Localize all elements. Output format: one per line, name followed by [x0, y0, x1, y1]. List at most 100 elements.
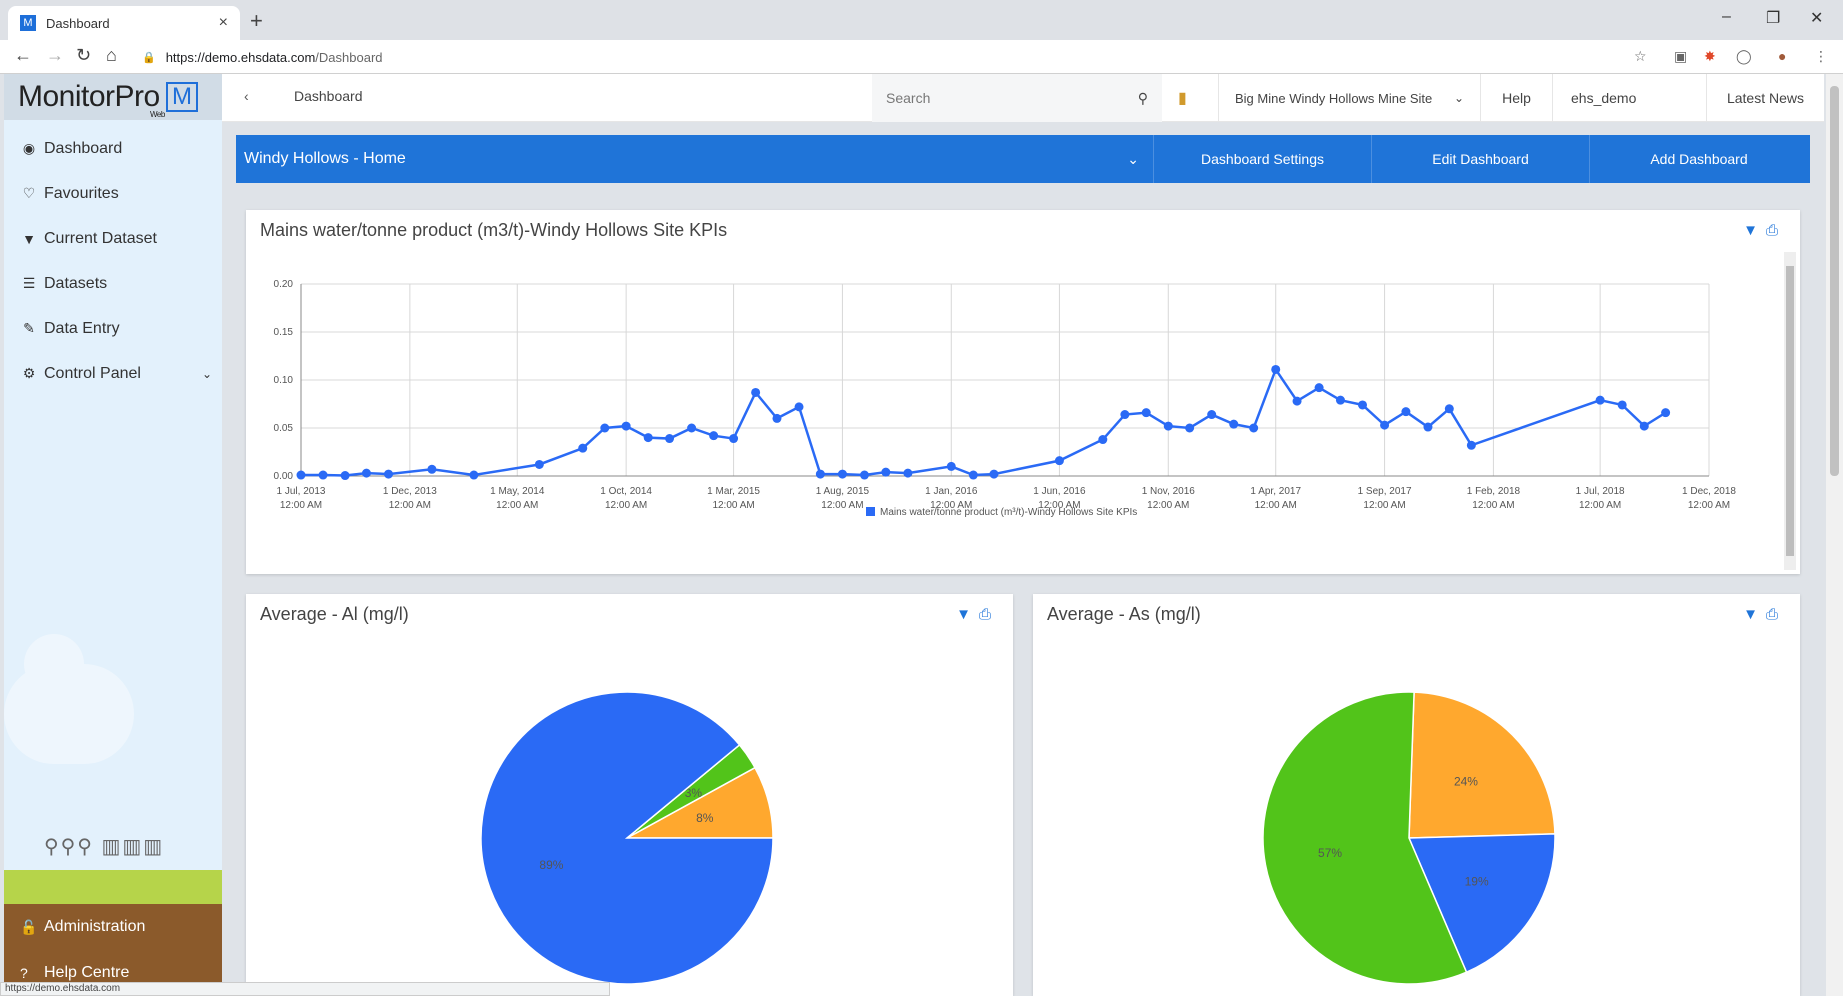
data-point [1249, 423, 1259, 433]
scrollbar-thumb[interactable] [1830, 86, 1839, 476]
data-point [946, 461, 956, 471]
collapse-sidebar-icon[interactable]: ‹ [244, 88, 249, 104]
slice-label: 24% [1454, 774, 1478, 788]
data-point [600, 423, 610, 433]
home-icon[interactable]: ⌂ [106, 45, 117, 66]
forward-arrow-icon[interactable]: → [46, 45, 64, 66]
url-host: https://demo.ehsdata.com [165, 49, 316, 65]
sidebar-item-label: Datasets [44, 274, 108, 292]
data-point [665, 434, 675, 444]
book-icon[interactable]: ▮ [1178, 88, 1187, 108]
x-tick-label: 1 Sep, 2017 [1358, 486, 1412, 497]
x-tick-time: 12:00 AM [1688, 500, 1730, 511]
filter-icon: ▼ [22, 230, 36, 247]
data-point [621, 421, 631, 431]
extension-icon[interactable]: ▣ [1674, 48, 1687, 65]
dashboard-bar: Windy Hollows - Home ⌄ Dashboard Setting… [236, 135, 1810, 183]
filter-icon[interactable]: ▼ [1743, 222, 1766, 239]
url-field[interactable]: 🔒 https://demo.ehsdata.com/Dashboard [142, 46, 383, 68]
sidebar-item-dashboard[interactable]: ◉ Dashboard [4, 126, 222, 171]
lock-icon: 🔒 [142, 51, 156, 64]
data-point [1207, 410, 1217, 420]
x-tick-time: 12:00 AM [1363, 500, 1405, 511]
data-point [361, 468, 371, 478]
pie-chart-panel-al: Average - Al (mg/l) ▼⎙ 8% 3% 89% [246, 594, 1013, 996]
x-tick-time: 12:00 AM [1255, 500, 1297, 511]
site-selector[interactable]: Big Mine Windy Hollows Mine Site ⌄ [1218, 74, 1480, 122]
sidebar-item-control-panel[interactable]: ⚙ Control Panel ⌄ [4, 351, 222, 396]
status-bar-url: https://demo.ehsdata.com [0, 982, 610, 996]
star-icon[interactable]: ☆ [1634, 48, 1647, 65]
chevron-down-icon: ⌄ [1453, 91, 1464, 105]
sidebar-item-data-entry[interactable]: ✎ Data Entry [4, 306, 222, 351]
data-point [1617, 400, 1627, 410]
x-tick-label: 1 Jul, 2018 [1576, 486, 1625, 497]
chevron-down-icon[interactable]: ⌄ [202, 367, 212, 381]
x-tick-time: 12:00 AM [389, 500, 431, 511]
y-tick-label: 0.20 [274, 279, 294, 290]
panel-scrollbar[interactable] [1784, 252, 1796, 570]
pie-slice [480, 691, 774, 985]
back-arrow-icon[interactable]: ← [14, 45, 32, 66]
x-tick-time: 12:00 AM [821, 500, 863, 511]
sidebar-item-current-dataset[interactable]: ▼ Current Dataset [4, 216, 222, 261]
x-tick-label: 1 Dec, 2018 [1682, 486, 1736, 497]
dashboard-settings-button[interactable]: Dashboard Settings [1154, 135, 1372, 183]
x-tick-time: 12:00 AM [280, 500, 322, 511]
dashboard-selector[interactable]: Windy Hollows - Home ⌄ [236, 135, 1154, 183]
logo[interactable]: MonitorPro M Web [4, 74, 222, 120]
data-point [794, 402, 804, 412]
latest-news-link[interactable]: Latest News [1706, 74, 1824, 122]
print-icon[interactable]: ⎙ [1766, 222, 1786, 239]
panel-tools: ▼⎙ [1743, 222, 1786, 239]
avatar[interactable]: ● [1778, 48, 1786, 64]
extension-icon[interactable]: ◯ [1736, 48, 1752, 65]
minimize-button[interactable]: – [1722, 8, 1731, 26]
data-point [427, 464, 437, 474]
sidebar-item-datasets[interactable]: ☰ Datasets [4, 261, 222, 306]
data-point [534, 459, 544, 469]
sidebar-item-administration[interactable]: 🔓 Administration [4, 904, 222, 950]
window-close-button[interactable]: ✕ [1810, 8, 1823, 28]
breadcrumb: Dashboard [294, 88, 363, 104]
x-tick-label: 1 Nov, 2016 [1142, 486, 1196, 497]
x-tick-label: 1 Jul, 2013 [277, 486, 326, 497]
search-input[interactable]: Search ⚲ [872, 74, 1162, 122]
logo-text: MonitorPro [18, 80, 160, 113]
x-tick-time: 12:00 AM [1472, 500, 1514, 511]
edit-dashboard-button[interactable]: Edit Dashboard [1372, 135, 1590, 183]
cogs-icon: ⚙ [22, 365, 36, 381]
data-point [1423, 422, 1433, 432]
menu-icon[interactable]: ⋮ [1814, 48, 1828, 65]
reload-icon[interactable]: ↻ [76, 45, 91, 66]
data-point [1271, 364, 1281, 374]
data-point [384, 469, 394, 479]
browser-tab-bar: M Dashboard × + – ❐ ✕ [0, 0, 1843, 40]
chevron-down-icon: ⌄ [1127, 150, 1139, 167]
y-tick-label: 0.15 [274, 327, 294, 338]
page-scrollbar[interactable] [1826, 74, 1843, 996]
x-tick-time: 12:00 AM [605, 500, 647, 511]
browser-tab[interactable]: M Dashboard × [8, 6, 240, 40]
sidebar-item-favourites[interactable]: ♡ Favourites [4, 171, 222, 216]
user-menu[interactable]: ehs_demo [1552, 74, 1706, 122]
pie-chart-al: 8%3%89% [480, 691, 774, 985]
new-tab-button[interactable]: + [250, 8, 263, 34]
sidebar: MonitorPro M Web ◉ Dashboard ♡ Favourite… [4, 74, 222, 996]
town-illustration: ⚲⚲⚲ ▥▥▥ [44, 836, 165, 858]
tab-close-icon[interactable]: × [219, 14, 228, 32]
logo-mark-icon: M [165, 82, 198, 112]
help-link[interactable]: Help [1480, 74, 1552, 122]
extension-icon[interactable]: ✸ [1704, 48, 1716, 65]
scrollbar-thumb[interactable] [1786, 266, 1794, 556]
search-icon[interactable]: ⚲ [1138, 90, 1148, 107]
data-point [1639, 421, 1649, 431]
search-placeholder: Search [886, 90, 931, 106]
pie-chart-as: 24% 19% 57% [1262, 691, 1556, 985]
site-label: Big Mine Windy Hollows Mine Site [1235, 90, 1433, 106]
x-tick-label: 1 Jun, 2016 [1033, 486, 1086, 497]
data-point [751, 387, 761, 397]
add-dashboard-button[interactable]: Add Dashboard [1590, 135, 1808, 183]
restore-button[interactable]: ❐ [1766, 8, 1780, 28]
data-point [578, 443, 588, 453]
